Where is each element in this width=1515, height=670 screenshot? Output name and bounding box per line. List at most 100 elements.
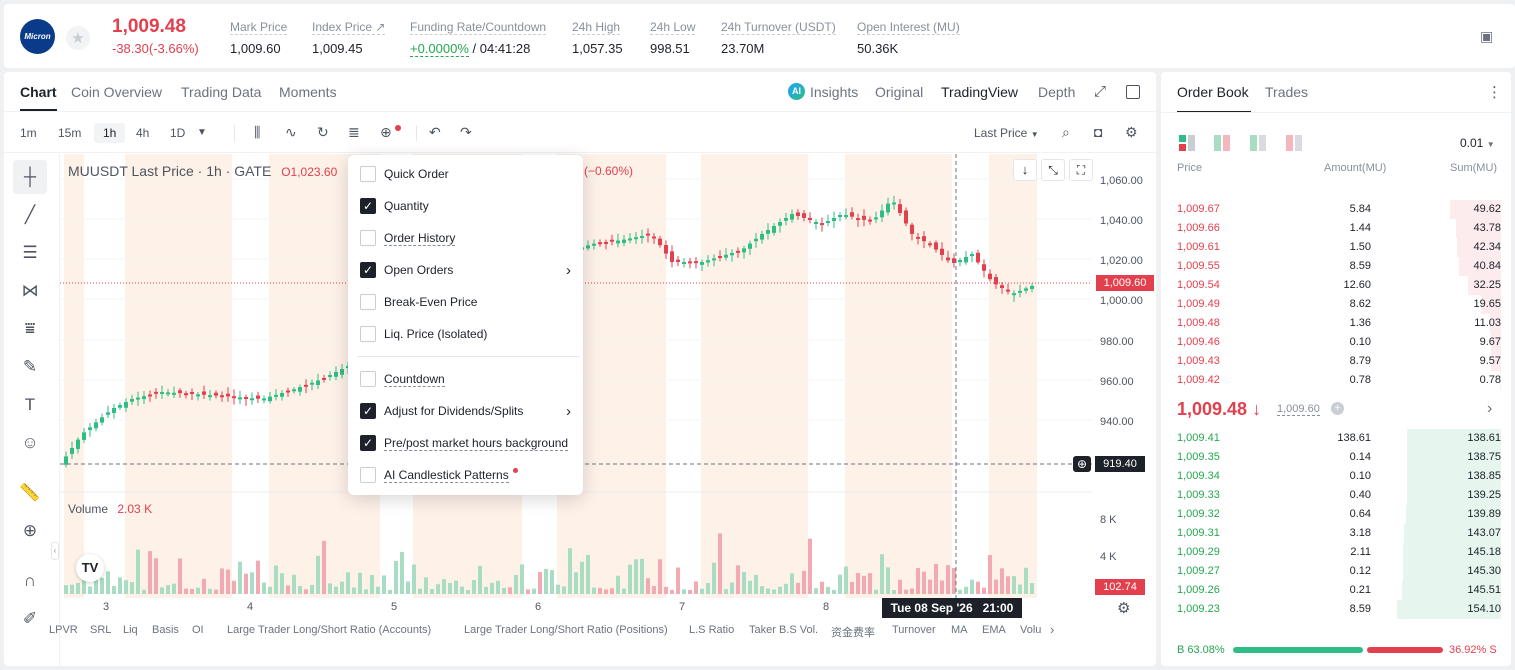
- tab-trading-data[interactable]: Trading Data: [181, 84, 261, 100]
- menu-item-open-orders[interactable]: ✓ Open Orders ›: [360, 260, 571, 280]
- price-type-select[interactable]: Last Price ▼: [974, 126, 1039, 140]
- indicator-ls-accounts[interactable]: Large Trader Long/Short Ratio (Accounts): [227, 624, 431, 636]
- checkbox[interactable]: [360, 326, 376, 342]
- menu-item-quick-order[interactable]: Quick Order: [360, 164, 449, 184]
- menu-item-adjust-dividends[interactable]: ✓ Adjust for Dividends/Splits ›: [360, 401, 571, 421]
- checkbox[interactable]: [360, 294, 376, 310]
- view-depth[interactable]: Depth: [1038, 84, 1075, 100]
- orderbook-row[interactable]: 1,009.26 0.21 145.51: [1161, 581, 1511, 600]
- view-tradingview[interactable]: TradingView: [941, 84, 1018, 100]
- menu-item-prepost-bg[interactable]: ✓ Pre/post market hours background: [360, 433, 569, 453]
- timeframe-1m[interactable]: 1m: [14, 123, 43, 143]
- more-icon[interactable]: ⋮: [1487, 83, 1502, 101]
- orderbook-row[interactable]: 1,009.35 0.14 138.75: [1161, 448, 1511, 467]
- tab-chart[interactable]: Chart: [20, 84, 57, 111]
- candle-type-icon[interactable]: ⫼: [254, 124, 260, 141]
- indicator-ls-positions[interactable]: Large Trader Long/Short Ratio (Positions…: [464, 624, 668, 636]
- view-both-icon[interactable]: [1179, 135, 1195, 151]
- indicator-basis[interactable]: Basis: [152, 624, 179, 636]
- add-alert-icon[interactable]: ⊕: [1073, 456, 1091, 472]
- replay-icon[interactable]: ↻: [317, 124, 329, 141]
- expand-icon[interactable]: ⤢: [1094, 83, 1106, 100]
- camera-icon[interactable]: ◘: [1094, 124, 1102, 140]
- timeframe-dropdown-icon[interactable]: ▼: [197, 127, 207, 138]
- checkbox[interactable]: ✓: [360, 435, 376, 451]
- indicator-funding[interactable]: 资金费率: [831, 624, 875, 640]
- orderbook-row[interactable]: 1,009.41 138.61 138.61: [1161, 429, 1511, 448]
- menu-item-quantity[interactable]: ✓ Quantity: [360, 196, 429, 216]
- view-original[interactable]: Original: [875, 84, 923, 100]
- orderbook-row[interactable]: 1,009.27 0.12 145.30: [1161, 562, 1511, 581]
- brush-icon[interactable]: ✎: [13, 350, 47, 384]
- tradingview-logo[interactable]: TV: [76, 554, 104, 582]
- menu-item-break-even[interactable]: Break-Even Price: [360, 292, 477, 312]
- menu-item-countdown[interactable]: Countdown: [360, 369, 445, 389]
- collapse-down-icon[interactable]: ↓: [1013, 159, 1037, 181]
- magnet-icon[interactable]: ∩: [13, 564, 47, 598]
- emoji-icon[interactable]: ☺: [13, 426, 47, 460]
- orderbook-row[interactable]: 1,009.55 8.59 40.84: [1161, 257, 1511, 276]
- orderbook-row[interactable]: 1,009.34 0.10 138.85: [1161, 467, 1511, 486]
- crosshair-icon[interactable]: ┼: [13, 160, 47, 194]
- timeframe-4h[interactable]: 4h: [130, 123, 155, 143]
- shrink-icon[interactable]: ⤡: [1041, 159, 1065, 181]
- precision-select[interactable]: 0.01 ▼: [1460, 136, 1495, 150]
- tab-order-book[interactable]: Order Book: [1177, 84, 1249, 100]
- orderbook-row[interactable]: 1,009.61 1.50 42.34: [1161, 238, 1511, 257]
- indicator-volume[interactable]: Volu: [1020, 624, 1041, 636]
- view-split-icon[interactable]: [1214, 135, 1230, 151]
- pencil-icon[interactable]: ✐: [13, 602, 47, 636]
- checkbox[interactable]: ✓: [360, 403, 376, 419]
- indicator-liq[interactable]: Liq: [123, 624, 138, 636]
- book-icon[interactable]: ▣: [1480, 28, 1493, 45]
- maximize-pane-icon[interactable]: ⛶: [1069, 159, 1093, 181]
- checkbox[interactable]: ✓: [360, 198, 376, 214]
- zoom-in-icon[interactable]: ⊕: [13, 514, 47, 548]
- timeframe-1d[interactable]: 1D: [164, 123, 191, 143]
- redo-icon[interactable]: ↷: [460, 124, 472, 141]
- view-asks-icon[interactable]: [1286, 135, 1302, 151]
- settings-list-icon[interactable]: ≣: [348, 124, 360, 141]
- menu-item-ai-patterns[interactable]: AI Candlestick Patterns: [360, 465, 518, 485]
- checkbox[interactable]: ✓: [360, 262, 376, 278]
- orderbook-row[interactable]: 1,009.54 12.60 32.25: [1161, 276, 1511, 295]
- checkbox[interactable]: [360, 166, 376, 182]
- menu-item-liq-price[interactable]: Liq. Price (Isolated): [360, 324, 487, 344]
- orderbook-row[interactable]: 1,009.43 8.79 9.57: [1161, 352, 1511, 371]
- indicator-ma[interactable]: MA: [951, 624, 968, 636]
- checkbox[interactable]: [360, 371, 376, 387]
- chart-settings-icon[interactable]: ⚙: [1117, 599, 1130, 617]
- checkbox[interactable]: [360, 230, 376, 246]
- indicator-lpvr[interactable]: LPVR: [49, 624, 78, 636]
- stat-label[interactable]: Index Price ↗: [312, 20, 386, 35]
- indicator-taker-vol[interactable]: Taker B.S Vol.: [749, 624, 818, 636]
- tab-moments[interactable]: Moments: [279, 84, 337, 100]
- ruler-icon[interactable]: 📏: [13, 476, 47, 510]
- chevron-right-icon[interactable]: ›: [1487, 400, 1492, 418]
- undo-icon[interactable]: ↶: [429, 124, 441, 141]
- horizontal-lines-icon[interactable]: ☰: [13, 236, 47, 270]
- trend-line-icon[interactable]: ╱: [13, 198, 47, 232]
- orderbook-row[interactable]: 1,009.46 0.10 9.67: [1161, 333, 1511, 352]
- window-icon[interactable]: [1126, 85, 1140, 99]
- timeframe-15m[interactable]: 15m: [52, 123, 87, 143]
- chevron-right-icon[interactable]: ›: [1050, 622, 1054, 637]
- menu-item-order-history[interactable]: Order History: [360, 228, 456, 248]
- search-icon[interactable]: ⌕: [1062, 124, 1070, 141]
- orderbook-row[interactable]: 1,009.67 5.84 49.62: [1161, 200, 1511, 219]
- indicators-icon[interactable]: ∿: [285, 124, 297, 141]
- view-bids-icon[interactable]: [1250, 135, 1266, 151]
- tab-trades[interactable]: Trades: [1265, 84, 1308, 100]
- timeframe-1h[interactable]: 1h: [94, 123, 126, 143]
- indicator-turnover[interactable]: Turnover: [892, 624, 936, 636]
- add-icon[interactable]: ⊕: [380, 124, 392, 141]
- stat-index-price[interactable]: Index Price ↗ 1,009.45: [312, 18, 386, 56]
- orderbook-row[interactable]: 1,009.23 8.59 154.10: [1161, 600, 1511, 619]
- orderbook-row[interactable]: 1,009.33 0.40 139.25: [1161, 486, 1511, 505]
- view-insights[interactable]: Insights: [810, 84, 858, 100]
- orderbook-row[interactable]: 1,009.29 2.11 145.18: [1161, 543, 1511, 562]
- collapse-toolbar-icon[interactable]: ‹: [51, 542, 59, 560]
- orderbook-row[interactable]: 1,009.31 3.18 143.07: [1161, 524, 1511, 543]
- favorite-star-icon[interactable]: ★: [66, 26, 90, 50]
- text-icon[interactable]: T: [13, 388, 47, 422]
